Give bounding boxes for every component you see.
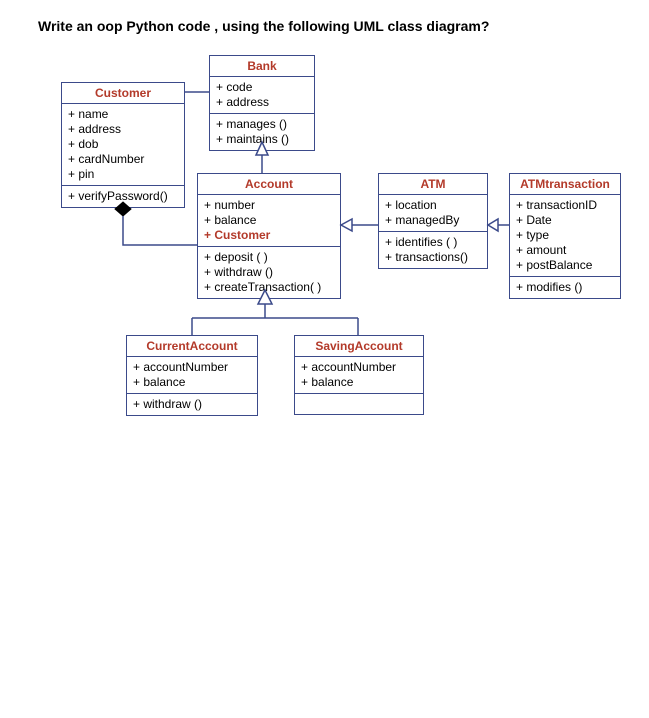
- class-currentaccount-ops: + withdraw (): [127, 394, 257, 415]
- class-savingaccount: SavingAccount + accountNumber + balance: [294, 335, 424, 415]
- attr: + balance: [301, 375, 417, 390]
- class-atm-title: ATM: [379, 174, 487, 195]
- class-savingaccount-title: SavingAccount: [295, 336, 423, 357]
- class-atmtransaction-attrs: + transactionID + Date + type + amount +…: [510, 195, 620, 277]
- attr: + managedBy: [385, 213, 481, 228]
- op: + identifies ( ): [385, 235, 481, 250]
- op: + maintains (): [216, 132, 308, 147]
- class-customer-attrs: + name + address + dob + cardNumber + pi…: [62, 104, 184, 186]
- attr: + postBalance: [516, 258, 614, 273]
- attr: + pin: [68, 167, 178, 182]
- class-atmtransaction-title: ATMtransaction: [510, 174, 620, 195]
- op: + deposit ( ): [204, 250, 334, 265]
- attr: + balance: [204, 213, 334, 228]
- op: + withdraw (): [133, 397, 251, 412]
- attr: + address: [68, 122, 178, 137]
- attr: + Date: [516, 213, 614, 228]
- op: + withdraw (): [204, 265, 334, 280]
- op: + verifyPassword(): [68, 189, 178, 204]
- class-atmtransaction: ATMtransaction + transactionID + Date + …: [509, 173, 621, 299]
- class-atm: ATM + location + managedBy + identifies …: [378, 173, 488, 269]
- attr: + dob: [68, 137, 178, 152]
- class-atm-attrs: + location + managedBy: [379, 195, 487, 232]
- attr: + amount: [516, 243, 614, 258]
- attr: + Customer: [204, 228, 334, 243]
- attr: + address: [216, 95, 308, 110]
- attr: + code: [216, 80, 308, 95]
- class-customer-title: Customer: [62, 83, 184, 104]
- class-atmtransaction-ops: + modifies (): [510, 277, 620, 298]
- class-savingaccount-attrs: + accountNumber + balance: [295, 357, 423, 394]
- class-bank-ops: + manages () + maintains (): [210, 114, 314, 150]
- class-bank-attrs: + code + address: [210, 77, 314, 114]
- attr: + accountNumber: [301, 360, 417, 375]
- question-text: Write an oop Python code , using the fol…: [38, 18, 489, 34]
- class-currentaccount-attrs: + accountNumber + balance: [127, 357, 257, 394]
- class-bank-title: Bank: [210, 56, 314, 77]
- class-atm-ops: + identifies ( ) + transactions(): [379, 232, 487, 268]
- op: + transactions(): [385, 250, 481, 265]
- class-currentaccount: CurrentAccount + accountNumber + balance…: [126, 335, 258, 416]
- class-currentaccount-title: CurrentAccount: [127, 336, 257, 357]
- op: + modifies (): [516, 280, 614, 295]
- attr: + name: [68, 107, 178, 122]
- attr: + transactionID: [516, 198, 614, 213]
- op: + manages (): [216, 117, 308, 132]
- class-account-title: Account: [198, 174, 340, 195]
- class-customer: Customer + name + address + dob + cardNu…: [61, 82, 185, 208]
- class-customer-ops: + verifyPassword(): [62, 186, 184, 207]
- attr: + balance: [133, 375, 251, 390]
- class-account-attrs: + number + balance + Customer: [198, 195, 340, 247]
- op: + createTransaction( ): [204, 280, 334, 295]
- class-savingaccount-ops: [295, 394, 423, 414]
- attr: + number: [204, 198, 334, 213]
- attr: + accountNumber: [133, 360, 251, 375]
- class-bank: Bank + code + address + manages () + mai…: [209, 55, 315, 151]
- class-account: Account + number + balance + Customer + …: [197, 173, 341, 299]
- class-account-ops: + deposit ( ) + withdraw () + createTran…: [198, 247, 340, 298]
- attr: + location: [385, 198, 481, 213]
- attr: + type: [516, 228, 614, 243]
- attr: + cardNumber: [68, 152, 178, 167]
